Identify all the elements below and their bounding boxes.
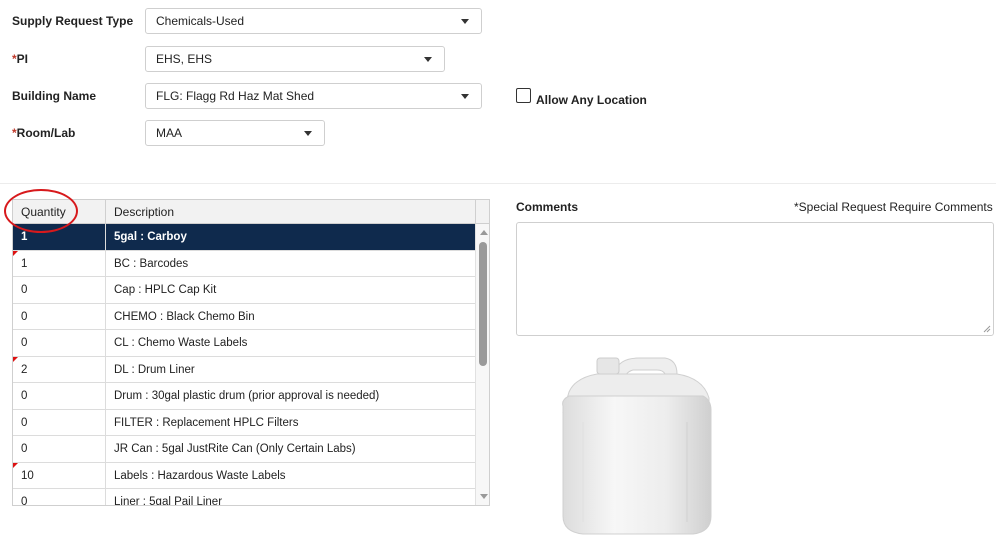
description-cell[interactable]: 5gal : Carboy xyxy=(106,224,475,250)
pi-label: *PI xyxy=(12,52,28,66)
building-name-select[interactable]: FLG: Flagg Rd Haz Mat Shed xyxy=(145,83,482,109)
quantity-cell[interactable]: 1 xyxy=(13,250,106,277)
pi-select[interactable]: EHS, EHS xyxy=(145,46,445,72)
building-name-label: Building Name xyxy=(12,89,97,103)
chevron-down-icon xyxy=(424,57,432,62)
carboy-icon xyxy=(562,357,712,535)
room-lab-label: *Room/Lab xyxy=(12,126,75,140)
supply-request-type-select[interactable]: Chemicals-Used xyxy=(145,8,482,34)
table-row[interactable]: 1 5gal : Carboy xyxy=(13,224,475,251)
quantity-cell[interactable]: 0 xyxy=(13,489,106,505)
table-row[interactable]: 0 FILTER : Replacement HPLC Filters xyxy=(13,409,475,436)
room-lab-value: MAA xyxy=(156,126,183,140)
description-cell[interactable]: Liner : 5gal Pail Liner xyxy=(106,489,475,505)
scrollbar-thumb[interactable] xyxy=(479,242,487,366)
column-header-quantity[interactable]: Quantity xyxy=(13,200,106,224)
supply-request-type-value: Chemicals-Used xyxy=(156,14,245,28)
table-row[interactable]: 0 Drum : 30gal plastic drum (prior approv… xyxy=(13,383,475,410)
table-row[interactable]: 10 Labels : Hazardous Waste Labels xyxy=(13,462,475,489)
table-row[interactable]: 0 Cap : HPLC Cap Kit xyxy=(13,277,475,304)
table-row[interactable]: 0 CHEMO : Black Chemo Bin xyxy=(13,303,475,330)
description-cell[interactable]: BC : Barcodes xyxy=(106,251,475,277)
description-cell[interactable]: CHEMO : Black Chemo Bin xyxy=(106,304,475,330)
quantity-cell[interactable]: 0 xyxy=(13,330,106,356)
comments-label: Comments xyxy=(516,200,579,214)
quantity-cell[interactable]: 0 xyxy=(13,409,106,436)
description-cell[interactable]: Drum : 30gal plastic drum (prior approva… xyxy=(106,383,475,409)
supply-items-grid: Quantity Description 1 5gal : Carboy 1 BC :… xyxy=(12,199,490,506)
table-row[interactable]: 0 Liner : 5gal Pail Liner xyxy=(13,489,475,505)
column-header-description[interactable]: Description xyxy=(106,200,475,224)
room-lab-select[interactable]: MAA xyxy=(145,120,325,146)
resize-handle-icon[interactable] xyxy=(983,325,991,333)
description-cell[interactable]: DL : Drum Liner xyxy=(106,357,475,383)
table-row[interactable]: 0 JR Can : 5gal JustRite Can (Only Certai… xyxy=(13,436,475,463)
grid-header: Quantity Description xyxy=(13,200,475,224)
table-row[interactable]: 0 CL : Chemo Waste Labels xyxy=(13,330,475,357)
pi-value: EHS, EHS xyxy=(156,52,213,66)
room-lab-label-text: Room/Lab xyxy=(16,126,76,140)
description-cell[interactable]: CL : Chemo Waste Labels xyxy=(106,330,475,356)
comments-textarea[interactable] xyxy=(516,222,994,336)
quantity-cell[interactable]: 1 xyxy=(13,224,106,250)
allow-any-location-label[interactable]: Allow Any Location xyxy=(536,93,647,107)
description-cell[interactable]: Labels : Hazardous Waste Labels xyxy=(106,463,475,489)
scroll-up-icon[interactable] xyxy=(480,230,488,235)
pi-label-text: PI xyxy=(16,52,29,66)
description-cell[interactable]: Cap : HPLC Cap Kit xyxy=(106,277,475,303)
scroll-down-icon[interactable] xyxy=(480,494,488,499)
quantity-cell[interactable]: 0 xyxy=(13,383,106,409)
chevron-down-icon xyxy=(461,19,469,24)
quantity-cell[interactable]: 0 xyxy=(13,303,106,330)
grid-scrollbar[interactable] xyxy=(475,224,489,505)
grid-header-spacer xyxy=(475,200,489,224)
supply-request-type-label: Supply Request Type xyxy=(12,14,134,28)
table-row[interactable]: 1 BC : Barcodes xyxy=(13,250,475,277)
allow-any-location-checkbox[interactable] xyxy=(516,88,531,103)
description-cell[interactable]: FILTER : Replacement HPLC Filters xyxy=(106,410,475,436)
description-cell[interactable]: JR Can : 5gal JustRite Can (Only Certain… xyxy=(106,436,475,462)
building-name-value: FLG: Flagg Rd Haz Mat Shed xyxy=(156,89,315,103)
quantity-cell[interactable]: 2 xyxy=(13,356,106,383)
chevron-down-icon xyxy=(304,131,312,136)
grid-body: 1 5gal : Carboy 1 BC : Barcodes 0 Cap : HPLC … xyxy=(13,224,475,505)
table-row[interactable]: 2 DL : Drum Liner xyxy=(13,356,475,383)
quantity-cell[interactable]: 0 xyxy=(13,277,106,303)
chevron-down-icon xyxy=(461,94,469,99)
quantity-cell[interactable]: 10 xyxy=(13,462,106,489)
comments-note: *Special Request Require Comments xyxy=(794,200,993,214)
section-divider xyxy=(0,183,996,184)
quantity-cell[interactable]: 0 xyxy=(13,436,106,462)
